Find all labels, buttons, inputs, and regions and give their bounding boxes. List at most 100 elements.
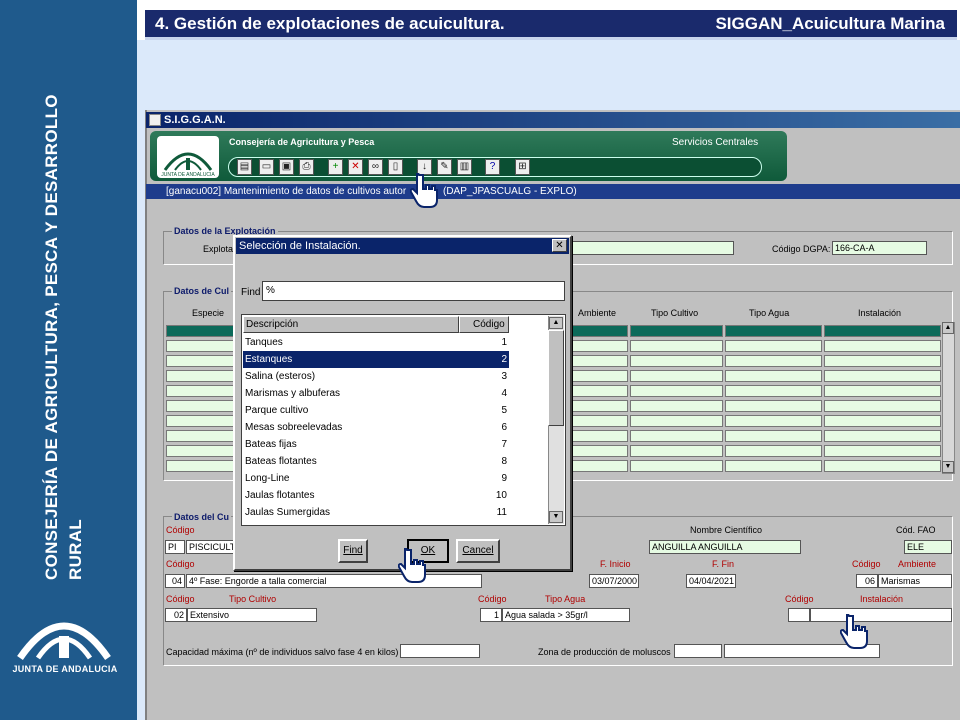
list-item[interactable]: Salina (esteros) 3 (243, 368, 509, 385)
especie-field[interactable]: PISCICULTU (186, 540, 236, 554)
fase-code-field[interactable]: 04 (165, 574, 185, 588)
grid-cell[interactable] (166, 445, 236, 457)
col-descripcion[interactable]: Descripción (243, 316, 459, 333)
help-icon[interactable]: ? (485, 159, 500, 175)
tipo-agua-field[interactable]: Agua salada > 35gr/l (502, 608, 630, 622)
grid-cell[interactable] (725, 415, 822, 427)
grid-cell[interactable] (725, 340, 822, 352)
grid-cell[interactable] (824, 370, 941, 382)
list-item[interactable]: Jaulas flotantes 10 (243, 487, 509, 504)
list-item[interactable]: Parque cultivo 5 (243, 402, 509, 419)
grid-cell[interactable] (630, 460, 723, 472)
grid-cell[interactable] (166, 385, 236, 397)
print-icon[interactable]: ⎙ (299, 159, 314, 175)
grid-cell[interactable] (166, 430, 236, 442)
grid-cell[interactable] (824, 400, 941, 412)
dgpa-field[interactable]: 166-CA-A (832, 241, 927, 255)
list-item[interactable]: Bateas flotantes 8 (243, 453, 509, 470)
f-inicio-field[interactable]: 03/07/2000 (589, 574, 639, 588)
grid-cell[interactable] (725, 460, 822, 472)
tipo-cultivo-code-field[interactable]: 02 (165, 608, 187, 622)
grid-cell[interactable] (166, 325, 236, 337)
explotacion-name-field[interactable] (572, 241, 734, 255)
list-item[interactable]: Jaulas Sumergidas 11 (243, 504, 509, 521)
tipo-cultivo-field[interactable]: Extensivo (187, 608, 317, 622)
grid-cell[interactable] (166, 355, 236, 367)
grid-cell[interactable] (824, 430, 941, 442)
list-item[interactable]: Tanques 1 (243, 334, 509, 351)
grid-cell[interactable] (630, 370, 723, 382)
exit-icon[interactable]: ⊞ (515, 159, 530, 175)
grid-cell[interactable] (725, 355, 822, 367)
instalacion-code-field[interactable] (788, 608, 810, 622)
grid-scroll-down-icon[interactable]: ▼ (942, 461, 954, 473)
delete-icon[interactable]: ✕ (348, 159, 363, 175)
grid-cell[interactable] (630, 355, 723, 367)
zona-code-field[interactable] (674, 644, 722, 658)
list-item[interactable]: Mesas sobreelevadas 6 (243, 419, 509, 436)
grid-cell[interactable] (566, 355, 628, 367)
grid-cell[interactable] (630, 340, 723, 352)
grid-cell[interactable] (566, 460, 628, 472)
grid-cell[interactable] (824, 460, 941, 472)
page-icon[interactable]: ▥ (457, 159, 472, 175)
grid-cell[interactable] (725, 430, 822, 442)
find-input[interactable]: % (262, 281, 565, 301)
close-icon[interactable]: ✕ (552, 239, 567, 252)
nombre-cientifico-field[interactable]: ANGUILLA ANGUILLA (649, 540, 801, 554)
grid-cell[interactable] (725, 370, 822, 382)
grid-cell[interactable] (824, 415, 941, 427)
grid-cell[interactable] (566, 385, 628, 397)
list-item[interactable]: Estanques 2 (243, 351, 509, 368)
list-item[interactable]: Long-Line 9 (243, 470, 509, 487)
grid-cell[interactable] (630, 325, 723, 337)
grid-cell[interactable] (630, 400, 723, 412)
grid-cell[interactable] (824, 355, 941, 367)
list-item[interactable]: Bateas fijas 7 (243, 436, 509, 453)
grid-cell[interactable] (725, 445, 822, 457)
instalacion-field[interactable] (810, 608, 952, 622)
grid-cell[interactable] (566, 445, 628, 457)
capacidad-field[interactable] (400, 644, 480, 658)
grid-cell[interactable] (566, 325, 628, 337)
cancel-button[interactable]: Cancel (456, 539, 500, 563)
col-codigo[interactable]: Código (459, 316, 509, 333)
ambiente-code-field[interactable]: 06 (856, 574, 878, 588)
grid-cell[interactable] (824, 325, 941, 337)
list-scroll-down-icon[interactable]: ▼ (549, 511, 563, 523)
especie-code-field[interactable]: PI (165, 540, 185, 554)
save-icon[interactable]: ▣ (279, 159, 294, 175)
grid-cell[interactable] (166, 400, 236, 412)
grid-cell[interactable] (824, 340, 941, 352)
add-icon[interactable]: + (328, 159, 343, 175)
grid-cell[interactable] (630, 430, 723, 442)
grid-cell[interactable] (630, 385, 723, 397)
folder-icon[interactable]: ▭ (259, 159, 274, 175)
fase-field[interactable]: 4º Fase: Engorde a talla comercial (186, 574, 482, 588)
grid-scroll-up-icon[interactable]: ▲ (942, 322, 954, 334)
grid-cell[interactable] (166, 370, 236, 382)
grid-cell[interactable] (566, 370, 628, 382)
grid-cell[interactable] (725, 385, 822, 397)
list-scroll-up-icon[interactable]: ▲ (549, 317, 563, 329)
list-item[interactable]: Marismas y albuferas 4 (243, 385, 509, 402)
grid-cell[interactable] (725, 325, 822, 337)
find-button[interactable]: Find (338, 539, 368, 563)
grid-cell[interactable] (566, 430, 628, 442)
grid-cell[interactable] (824, 445, 941, 457)
grid-scrollbar[interactable] (942, 322, 955, 474)
tipo-agua-code-field[interactable]: 1 (480, 608, 502, 622)
ambiente-field[interactable]: Marismas (878, 574, 952, 588)
grid-cell[interactable] (166, 460, 236, 472)
grid-cell[interactable] (630, 445, 723, 457)
grid-cell[interactable] (566, 415, 628, 427)
cod-fao-field[interactable]: ELE (904, 540, 952, 554)
binoculars-icon[interactable]: ∞ (368, 159, 383, 175)
grid-cell[interactable] (166, 340, 236, 352)
grid-cell[interactable] (566, 340, 628, 352)
list-scroll-thumb[interactable] (548, 330, 564, 426)
f-fin-field[interactable]: 04/04/2021 (686, 574, 736, 588)
grid-cell[interactable] (566, 400, 628, 412)
list-icon[interactable]: ▤ (237, 159, 252, 175)
grid-cell[interactable] (824, 385, 941, 397)
